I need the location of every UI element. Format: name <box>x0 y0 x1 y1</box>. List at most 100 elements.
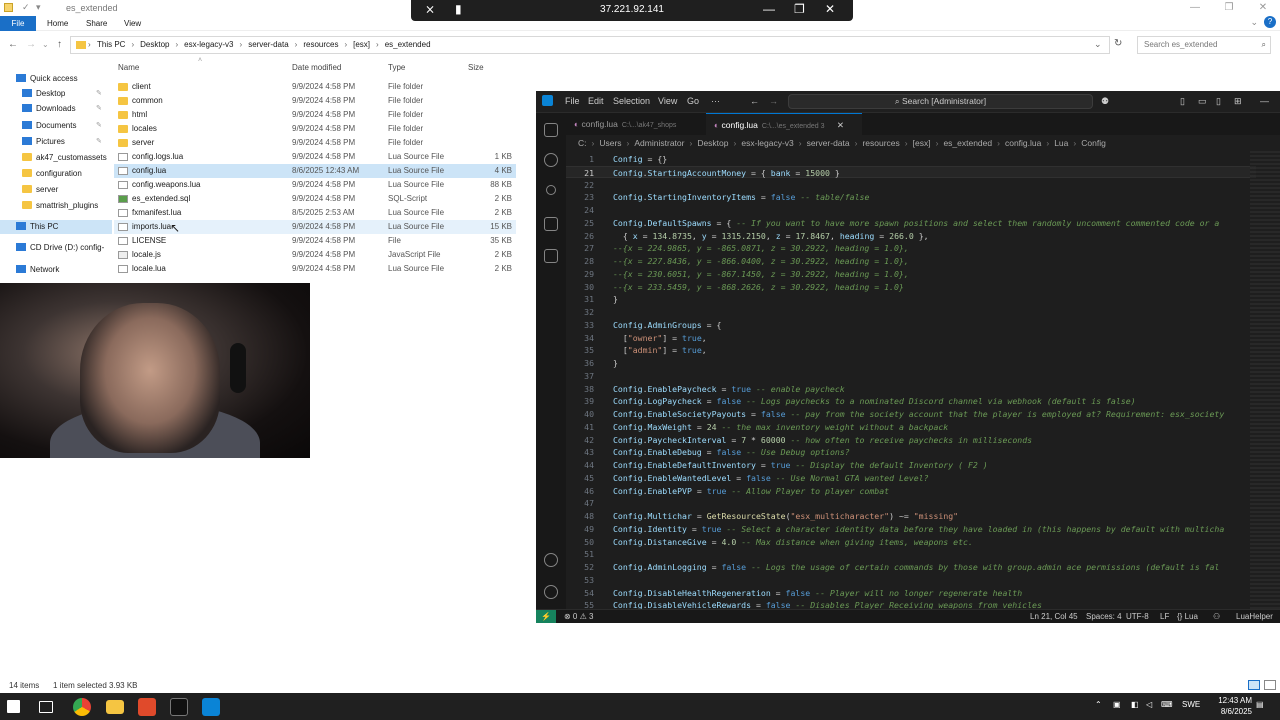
file-row[interactable]: es_extended.sql 9/9/2024 4:58 PM SQL-Scrip… <box>114 192 516 206</box>
code-line[interactable]: 39 Config.LogPaycheck = false -- Logs pay… <box>566 395 1256 408</box>
volume-icon[interactable]: ◁ <box>1146 700 1152 709</box>
sidebar-item-cd-drive-d-config[interactable]: CD Drive (D:) config- <box>16 241 104 255</box>
sidebar-item-server[interactable]: server <box>22 183 58 197</box>
editor-breadcrumb-item[interactable]: es_extended <box>943 138 992 148</box>
end-of-line[interactable]: LF <box>1160 612 1169 621</box>
breadcrumb-separator-icon[interactable]: › <box>344 40 347 49</box>
encoding[interactable]: UTF-8 <box>1126 612 1149 621</box>
code-line[interactable]: 27 --{x = 224.9865, y = -865.0871, z = 30… <box>566 242 1256 255</box>
breadcrumb-separator-icon[interactable]: › <box>131 40 134 49</box>
source-control-icon[interactable] <box>546 185 556 195</box>
file-row[interactable]: client 9/9/2024 4:58 PM File folder <box>114 80 516 94</box>
notifications-icon[interactable]: ⚇ <box>1213 612 1220 621</box>
code-line[interactable]: 24 <box>566 204 1256 217</box>
sidebar-item-pictures[interactable]: Pictures ✎ <box>22 135 102 149</box>
sidebar-item-desktop[interactable]: Desktop ✎ <box>22 87 102 101</box>
code-line[interactable]: 38 Config.EnablePaycheck = true -- enable… <box>566 383 1256 396</box>
code-line[interactable]: 49 Config.Identity = true -- Select a cha… <box>566 523 1256 536</box>
editor-breadcrumb-item[interactable]: esx-legacy-v3 <box>741 138 793 148</box>
up-icon[interactable]: ↑ <box>57 39 62 50</box>
file-explorer-icon[interactable] <box>106 700 124 714</box>
code-line[interactable]: 29 --{x = 230.6051, y = -867.1450, z = 30… <box>566 268 1256 281</box>
code-line[interactable]: 33 Config.AdminGroups = { <box>566 319 1256 332</box>
file-row[interactable]: locale.lua 9/9/2024 4:58 PM Lua Source Fil… <box>114 262 516 276</box>
breadcrumb-separator-icon[interactable]: › <box>295 40 298 49</box>
editor-breadcrumb-item[interactable]: resources <box>862 138 899 148</box>
file-row[interactable]: LICENSE 9/9/2024 4:58 PM File 35 KB <box>114 234 516 248</box>
code-line[interactable]: 35 ["admin"] = true, <box>566 344 1256 357</box>
file-row[interactable]: common 9/9/2024 4:58 PM File folder <box>114 94 516 108</box>
tray-overflow-icon[interactable]: ⌃ <box>1095 700 1102 709</box>
extension-status[interactable]: LuaHelper <box>1236 612 1273 621</box>
sidebar-item-this-pc[interactable]: This PC <box>0 220 112 234</box>
file-row[interactable]: fxmanifest.lua 8/5/2025 2:53 AM Lua Source… <box>114 206 516 220</box>
tab-config-lua-es-extended[interactable]: ◐ config.lua C:\...\es_extended 3 ✕ <box>706 113 862 135</box>
close-button[interactable]: ✕ <box>1246 0 1280 16</box>
menu-selection[interactable]: Selection <box>613 96 650 106</box>
remote-close-icon[interactable]: ✕ <box>825 2 835 16</box>
toggle-primary-sidebar-icon[interactable]: ▯ <box>1180 96 1185 107</box>
code-line[interactable]: 28 --{x = 227.8436, y = -866.0400, z = 30… <box>566 255 1256 268</box>
code-line[interactable]: 53 <box>566 574 1256 587</box>
tab-view[interactable]: View <box>124 16 141 31</box>
editor-breadcrumb-item[interactable]: config.lua <box>1005 138 1041 148</box>
code-line[interactable]: 54 Config.DisableHealthRegeneration = fal… <box>566 587 1256 600</box>
notification-icon[interactable]: ▤ <box>1256 700 1264 709</box>
tab-file[interactable]: File <box>0 16 36 31</box>
recent-dropdown-icon[interactable]: ⌄ <box>42 40 49 49</box>
code-line[interactable]: 40 Config.EnableSocietyPayouts = false --… <box>566 408 1256 421</box>
windows-start-icon[interactable] <box>7 700 20 713</box>
tab-share[interactable]: Share <box>86 16 107 31</box>
address-history-icon[interactable]: ⌄ <box>1094 39 1102 50</box>
menu-file[interactable]: File <box>565 96 580 106</box>
terminal-icon[interactable] <box>170 698 188 716</box>
minimap[interactable] <box>1250 151 1280 609</box>
code-line[interactable]: 46 Config.EnablePVP = true -- Allow Playe… <box>566 485 1256 498</box>
settings-gear-icon[interactable] <box>544 585 558 599</box>
large-icons-view-icon[interactable] <box>1264 680 1276 690</box>
editor-breadcrumb-item[interactable]: Administrator <box>634 138 684 148</box>
code-line[interactable]: 26 { x = 134.8735, y = 1315.2150, z = 17… <box>566 230 1256 243</box>
menu-view[interactable]: View <box>658 96 677 106</box>
code-line[interactable]: 43 Config.EnableDebug = false -- Use Debu… <box>566 446 1256 459</box>
code-line[interactable]: 21 Config.StartingAccountMoney = { bank =… <box>566 165 1256 179</box>
expand-ribbon-icon[interactable]: ⌄ <box>1250 17 1258 28</box>
back-icon[interactable]: ← <box>750 96 759 106</box>
sidebar-item-documents[interactable]: Documents ✎ <box>22 119 102 133</box>
remote-minimize-icon[interactable]: — <box>763 2 775 16</box>
close-tab-icon[interactable]: ✕ <box>837 114 844 136</box>
column-name[interactable]: Name <box>118 63 139 72</box>
back-icon[interactable]: ← <box>8 39 18 50</box>
code-line[interactable]: 50 Config.DistanceGive = 4.0 -- Max dista… <box>566 536 1256 549</box>
code-line[interactable]: 34 ["owner"] = true, <box>566 332 1256 345</box>
menu-more[interactable]: ··· <box>711 96 720 106</box>
problems-indicator[interactable]: ⊗ 0 ⚠ 3 <box>564 612 593 621</box>
file-row[interactable]: server 9/9/2024 4:58 PM File folder <box>114 136 516 150</box>
code-line[interactable]: 51 <box>566 548 1256 561</box>
search-icon[interactable] <box>544 153 558 167</box>
code-line[interactable]: 31} <box>566 293 1256 306</box>
column-size[interactable]: Size <box>468 63 484 72</box>
explorer-icon[interactable] <box>544 123 558 137</box>
sidebar-item-smattrish-plugins[interactable]: smattrish_plugins <box>22 199 98 213</box>
run-debug-icon[interactable] <box>544 217 558 231</box>
system-clock[interactable]: 12:43 AM 8/6/2025 <box>1218 695 1252 717</box>
chrome-icon[interactable] <box>73 698 91 716</box>
search-input[interactable]: Search es_extended ⌕ <box>1137 36 1271 54</box>
minimize-button[interactable]: — <box>1178 0 1212 16</box>
menu-edit[interactable]: Edit <box>588 96 604 106</box>
column-type[interactable]: Type <box>388 63 405 72</box>
keyboard-icon[interactable]: ⌨ <box>1161 700 1173 709</box>
vscode-taskbar-icon[interactable] <box>202 698 220 716</box>
code-line[interactable]: 25 Config.DefaultSpawns = { -- If you wan… <box>566 217 1256 230</box>
file-row[interactable]: locales 9/9/2024 4:58 PM File folder <box>114 122 516 136</box>
toggle-panel-icon[interactable]: ▭ <box>1198 96 1207 107</box>
quick-access-dropdown-icon[interactable]: ▾ <box>36 2 41 13</box>
sidebar-item-configuration[interactable]: configuration <box>22 167 82 181</box>
code-line[interactable]: 52 Config.AdminLogging = false -- Logs th… <box>566 561 1256 574</box>
command-center-search[interactable]: ⌕ Search [Administrator] <box>788 94 1093 109</box>
code-line[interactable]: 32 <box>566 306 1256 319</box>
code-line[interactable]: 41 Config.MaxWeight = 24 -- the max inven… <box>566 421 1256 434</box>
code-line[interactable]: 23 Config.StartingInventoryItems = false … <box>566 191 1256 204</box>
breadcrumb-item[interactable]: server-data <box>248 40 288 49</box>
